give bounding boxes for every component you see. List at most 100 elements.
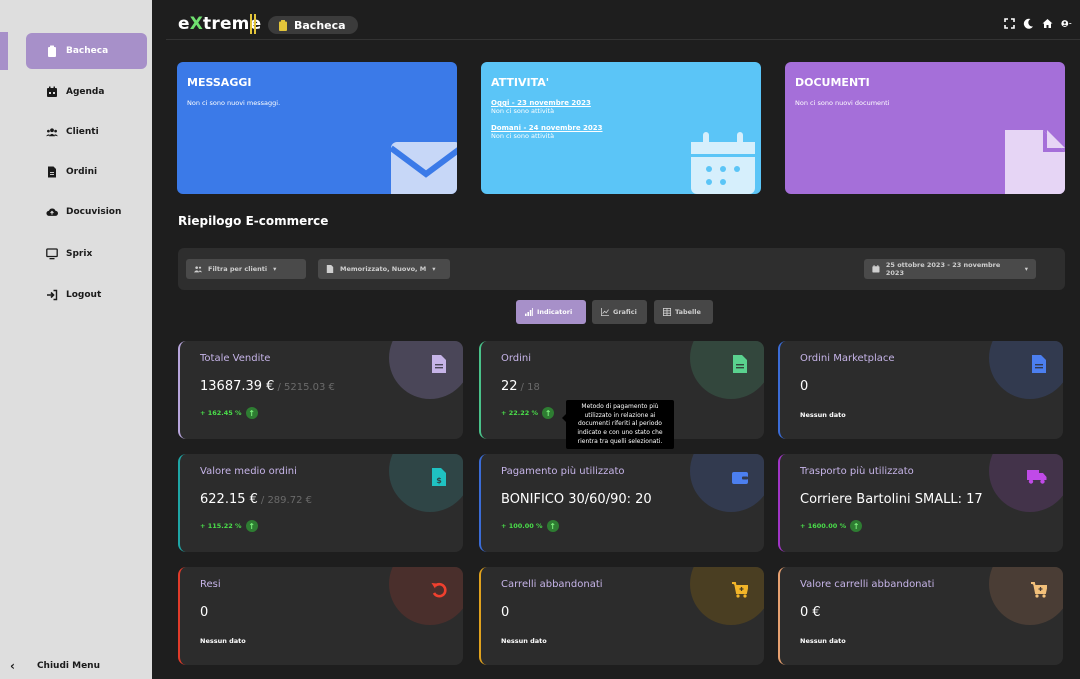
logout-icon <box>44 289 60 301</box>
sidebar-item-agenda[interactable]: Agenda <box>26 74 147 110</box>
truck-icon <box>1027 468 1047 486</box>
sidebar-item-label: Logout <box>66 290 102 300</box>
moon-icon[interactable] <box>1023 18 1034 29</box>
stat-title: Pagamento più utilizzato <box>501 466 625 477</box>
stat-card-resi[interactable]: Resi 0 Nessun dato <box>178 567 463 665</box>
stat-nodata: Nessun dato <box>501 637 547 645</box>
sidebar-item-label: Agenda <box>66 87 105 97</box>
stat-nodata: Nessun dato <box>800 411 846 419</box>
stat-value: 0 <box>800 379 809 394</box>
stat-value: 0 € <box>800 605 821 620</box>
sidebar-item-sprix[interactable]: Sprix <box>26 236 147 272</box>
file-icon <box>431 355 447 373</box>
sidebar-item-logout[interactable]: Logout <box>26 277 147 313</box>
stat-delta: + 115.22 % ↑ <box>200 520 258 532</box>
logo-bars <box>250 14 258 34</box>
sidebar-active-indicator <box>0 32 8 70</box>
stat-title: Carrelli abbandonati <box>501 579 603 590</box>
sidebar-item-docuvision[interactable]: Docuvision <box>26 194 147 230</box>
stat-value: 22/ 18 <box>501 379 540 394</box>
client-filter-dropdown[interactable]: Filtra per clienti ▾ <box>186 259 306 279</box>
date-range-picker[interactable]: 25 ottobre 2023 - 23 novembre 2023 ▾ <box>864 259 1036 279</box>
stat-title: Valore medio ordini <box>200 466 297 477</box>
caret-down-icon: ▾ <box>273 265 277 273</box>
stat-value: 622.15 €/ 289.72 € <box>200 492 312 507</box>
monitor-icon <box>44 248 60 260</box>
fullscreen-icon[interactable] <box>1004 18 1015 29</box>
stat-card-valore-medio-ordini[interactable]: $ Valore medio ordini 622.15 €/ 289.72 €… <box>178 454 463 552</box>
tomorrow-link[interactable]: Domani - 24 novembre 2023 <box>491 124 751 132</box>
documenti-text: Non ci sono nuovi documenti <box>795 99 890 107</box>
attivita-title: ATTIVITA' <box>491 76 550 89</box>
filter-bar: Filtra per clienti ▾ Memorizzato, Nuovo,… <box>178 248 1065 290</box>
stat-card-trasporto[interactable]: Trasporto più utilizzato Corriere Bartol… <box>778 454 1063 552</box>
tooltip: Metodo di pagamento più utilizzato in re… <box>562 400 674 450</box>
status-filter-label: Memorizzato, Nuovo, M <box>340 265 427 273</box>
stat-card-carrelli-abbandonati[interactable]: Carrelli abbandonati 0 Nessun dato <box>479 567 764 665</box>
messaggi-card[interactable]: MESSAGGI Non ci sono nuovi messaggi. <box>177 62 457 194</box>
breadcrumb-label: Bacheca <box>294 18 346 32</box>
home-icon[interactable] <box>1042 18 1053 29</box>
stat-card-pagamento[interactable]: Pagamento più utilizzato BONIFICO 30/60/… <box>479 454 764 552</box>
stat-delta: + 100.00 % ↑ <box>501 520 559 532</box>
status-filter-dropdown[interactable]: Memorizzato, Nuovo, M ▾ <box>318 259 450 279</box>
file-icon <box>1031 355 1047 373</box>
stat-nodata: Nessun dato <box>200 637 246 645</box>
cart-icon <box>1031 581 1047 599</box>
client-filter-label: Filtra per clienti <box>208 265 268 273</box>
svg-text:$: $ <box>436 476 442 485</box>
messaggi-text: Non ci sono nuovi messaggi. <box>187 99 281 107</box>
stat-delta: + 1600.00 % ↑ <box>800 520 863 532</box>
breadcrumb[interactable]: Bacheca <box>268 16 358 34</box>
tab-tabelle[interactable]: Tabelle <box>654 300 713 324</box>
user-menu-icon[interactable] <box>1061 18 1072 29</box>
signal-bars-icon <box>525 308 533 316</box>
collapse-menu-button[interactable]: ‹ Chiudi Menu <box>0 653 152 679</box>
documenti-title: DOCUMENTI <box>795 76 870 89</box>
wallet-icon <box>732 468 748 486</box>
line-chart-icon <box>601 308 609 316</box>
tab-indicatori[interactable]: Indicatori <box>516 300 586 324</box>
attivita-card[interactable]: ATTIVITA' Oggi - 23 novembre 2023 Non ci… <box>481 62 761 194</box>
undo-icon <box>431 581 447 599</box>
file-icon <box>44 166 60 178</box>
clipboard-icon <box>279 19 287 31</box>
invoice-dollar-icon: $ <box>431 468 447 486</box>
file-icon <box>732 355 748 373</box>
stat-card-ordini-marketplace[interactable]: Ordini Marketplace 0 Nessun dato <box>778 341 1063 439</box>
documenti-card[interactable]: DOCUMENTI Non ci sono nuovi documenti <box>785 62 1065 194</box>
sidebar-item-bacheca[interactable]: Bacheca <box>26 33 147 69</box>
sidebar-item-ordini[interactable]: Ordini <box>26 154 147 190</box>
today-link[interactable]: Oggi - 23 novembre 2023 <box>491 99 751 107</box>
calendar-icon <box>691 132 755 194</box>
users-icon <box>44 126 60 138</box>
stat-card-totale-vendite[interactable]: Totale Vendite 13687.39 €/ 5215.03 € + 1… <box>178 341 463 439</box>
caret-down-icon: ▾ <box>432 265 436 273</box>
stat-value: 13687.39 €/ 5215.03 € <box>200 379 335 394</box>
messaggi-title: MESSAGGI <box>187 76 252 89</box>
caret-down-icon: ▾ <box>1024 265 1028 273</box>
stat-title: Totale Vendite <box>200 353 271 364</box>
collapse-menu-label: Chiudi Menu <box>36 661 100 671</box>
stat-title: Ordini <box>501 353 532 364</box>
sidebar-item-label: Clienti <box>66 127 99 137</box>
sidebar-item-clienti[interactable]: Clienti <box>26 114 147 150</box>
arrow-up-icon: ↑ <box>542 407 555 419</box>
sidebar-item-label: Sprix <box>66 249 93 259</box>
stat-delta: + 22.22 % ↑ <box>501 407 555 419</box>
file-icon <box>326 265 334 273</box>
app-logo[interactable]: eXtreme <box>178 14 261 34</box>
header-actions <box>1004 18 1072 29</box>
calendar-icon <box>872 265 880 273</box>
sidebar-item-label: Ordini <box>66 167 98 177</box>
clipboard-icon <box>44 45 60 57</box>
document-icon <box>1005 130 1065 194</box>
stat-value: BONIFICO 30/60/90: 20 <box>501 492 652 507</box>
stat-value: 0 <box>200 605 209 620</box>
date-range-label: 25 ottobre 2023 - 23 novembre 2023 <box>885 261 1001 277</box>
calendar-icon <box>44 86 60 98</box>
tab-grafici[interactable]: Grafici <box>592 300 647 324</box>
stat-title: Resi <box>200 579 221 590</box>
sidebar: Bacheca Agenda Clienti Ordini Docuvision… <box>0 0 152 679</box>
stat-card-valore-carrelli[interactable]: Valore carrelli abbandonati 0 € Nessun d… <box>778 567 1063 665</box>
